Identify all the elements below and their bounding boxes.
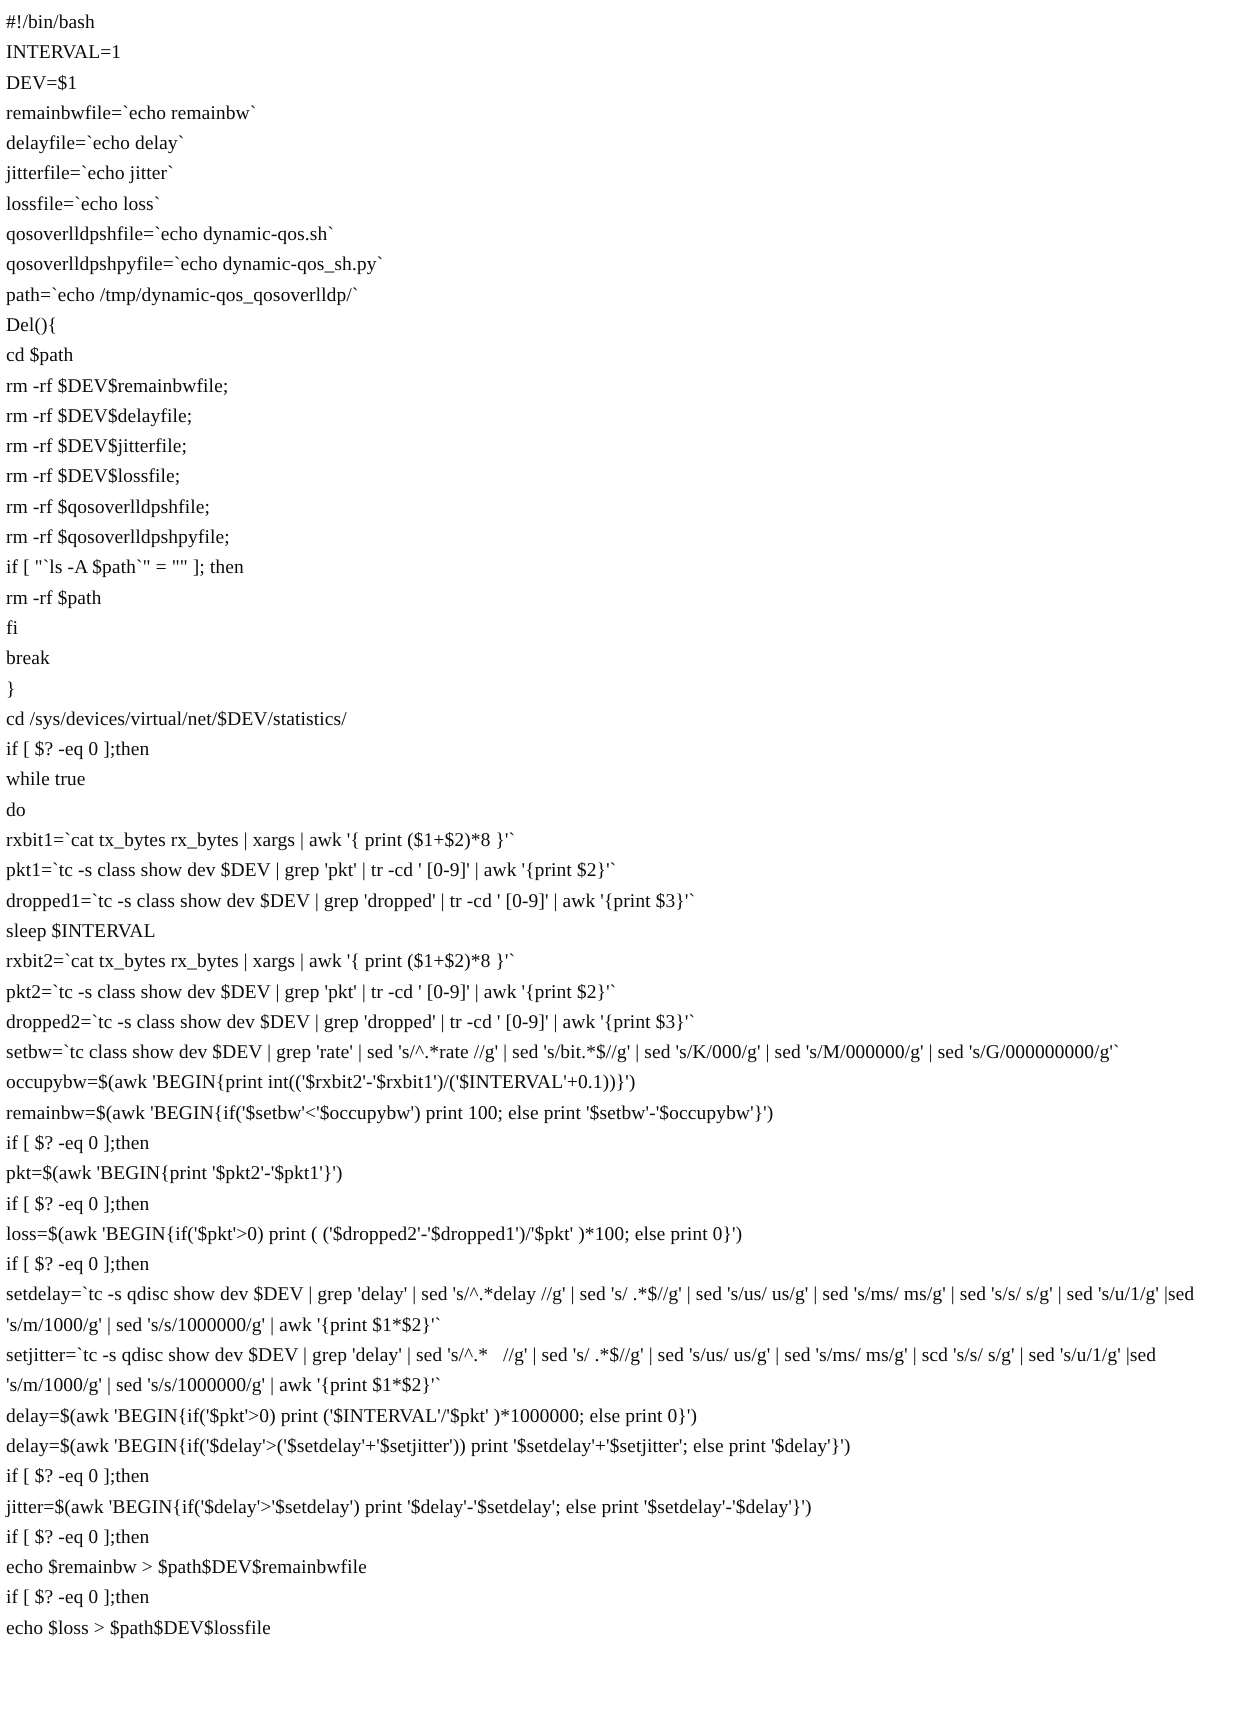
code-line: delay=$(awk 'BEGIN{if('$pkt'>0) print ('… bbox=[6, 1405, 698, 1427]
code-line: if [ $? -eq 0 ];then bbox=[6, 1587, 150, 1609]
code-line: jitterfile=`echo jitter` bbox=[6, 163, 174, 185]
code-line: if [ $? -eq 0 ];then bbox=[6, 739, 150, 761]
code-line: setdelay=`tc -s qdisc show dev $DEV | gr… bbox=[6, 1284, 1200, 1336]
code-line: dropped1=`tc -s class show dev $DEV | gr… bbox=[6, 890, 696, 912]
code-line: pkt2=`tc -s class show dev $DEV | grep '… bbox=[6, 981, 617, 1003]
code-line: } bbox=[6, 678, 16, 700]
code-line: dropped2=`tc -s class show dev $DEV | gr… bbox=[6, 1011, 696, 1033]
code-line: remainbwfile=`echo remainbw` bbox=[6, 102, 257, 124]
code-line: while true bbox=[6, 769, 86, 791]
code-line: INTERVAL=1 bbox=[6, 42, 122, 64]
code-line: if [ $? -eq 0 ];then bbox=[6, 1466, 150, 1488]
code-line: break bbox=[6, 648, 50, 670]
code-line: setjitter=`tc -s qdisc show dev $DEV | g… bbox=[6, 1345, 1162, 1397]
code-line: rm -rf $DEV$lossfile; bbox=[6, 466, 181, 488]
code-line: loss=$(awk 'BEGIN{if('$pkt'>0) print ( (… bbox=[6, 1223, 743, 1245]
code-line: cd /sys/devices/virtual/net/$DEV/statist… bbox=[6, 708, 347, 730]
code-line: setbw=`tc class show dev $DEV | grep 'ra… bbox=[6, 1042, 1120, 1064]
code-line: echo $loss > $path$DEV$lossfile bbox=[6, 1617, 271, 1639]
code-line: sleep $INTERVAL bbox=[6, 920, 156, 942]
code-line: rxbit1=`cat tx_bytes rx_bytes | xargs | … bbox=[6, 830, 516, 852]
code-line: rm -rf $DEV$remainbwfile; bbox=[6, 375, 229, 397]
code-line: jitter=$(awk 'BEGIN{if('$delay'>'$setdel… bbox=[6, 1496, 812, 1518]
code-line: rm -rf $DEV$jitterfile; bbox=[6, 436, 187, 458]
code-line: Del(){ bbox=[6, 314, 58, 336]
code-line: lossfile=`echo loss` bbox=[6, 193, 161, 215]
code-line: pkt=$(awk 'BEGIN{print '$pkt2'-'$pkt1'}'… bbox=[6, 1163, 343, 1185]
code-line: do bbox=[6, 799, 26, 821]
code-line: pkt1=`tc -s class show dev $DEV | grep '… bbox=[6, 860, 617, 882]
code-line: fi bbox=[6, 617, 19, 639]
code-listing: #!/bin/bash INTERVAL=1 DEV=$1 remainbwfile=… bbox=[0, 0, 1240, 1644]
code-line: rm -rf $DEV$delayfile; bbox=[6, 405, 193, 427]
code-line: rm -rf $path bbox=[6, 587, 102, 609]
code-line: rxbit2=`cat tx_bytes rx_bytes | xargs | … bbox=[6, 951, 516, 973]
code-line: if [ $? -eq 0 ];then bbox=[6, 1132, 150, 1154]
code-line: occupybw=$(awk 'BEGIN{print int(('$rxbit… bbox=[6, 1072, 636, 1094]
code-line: rm -rf $qosoverlldpshfile; bbox=[6, 496, 211, 518]
code-line: qosoverlldpshpyfile=`echo dynamic-qos_sh… bbox=[6, 254, 384, 276]
code-line: qosoverlldpshfile=`echo dynamic-qos.sh` bbox=[6, 224, 334, 246]
code-line: #!/bin/bash bbox=[6, 12, 95, 33]
code-line: cd $path bbox=[6, 345, 74, 367]
code-line: delay=$(awk 'BEGIN{if('$delay'>('$setdel… bbox=[6, 1435, 851, 1457]
code-line: DEV=$1 bbox=[6, 72, 78, 94]
code-line: remainbw=$(awk 'BEGIN{if('$setbw'<'$occu… bbox=[6, 1102, 774, 1124]
code-line: if [ $? -eq 0 ];then bbox=[6, 1526, 150, 1548]
code-line: path=`echo /tmp/dynamic-qos_qosoverlldp/… bbox=[6, 284, 359, 306]
code-line: if [ "`ls -A $path`" = "" ]; then bbox=[6, 557, 244, 579]
code-line: delayfile=`echo delay` bbox=[6, 133, 185, 155]
code-line: if [ $? -eq 0 ];then bbox=[6, 1193, 150, 1215]
code-line: rm -rf $qosoverlldpshpyfile; bbox=[6, 527, 230, 549]
code-line: echo $remainbw > $path$DEV$remainbwfile bbox=[6, 1557, 367, 1579]
code-line: if [ $? -eq 0 ];then bbox=[6, 1254, 150, 1276]
